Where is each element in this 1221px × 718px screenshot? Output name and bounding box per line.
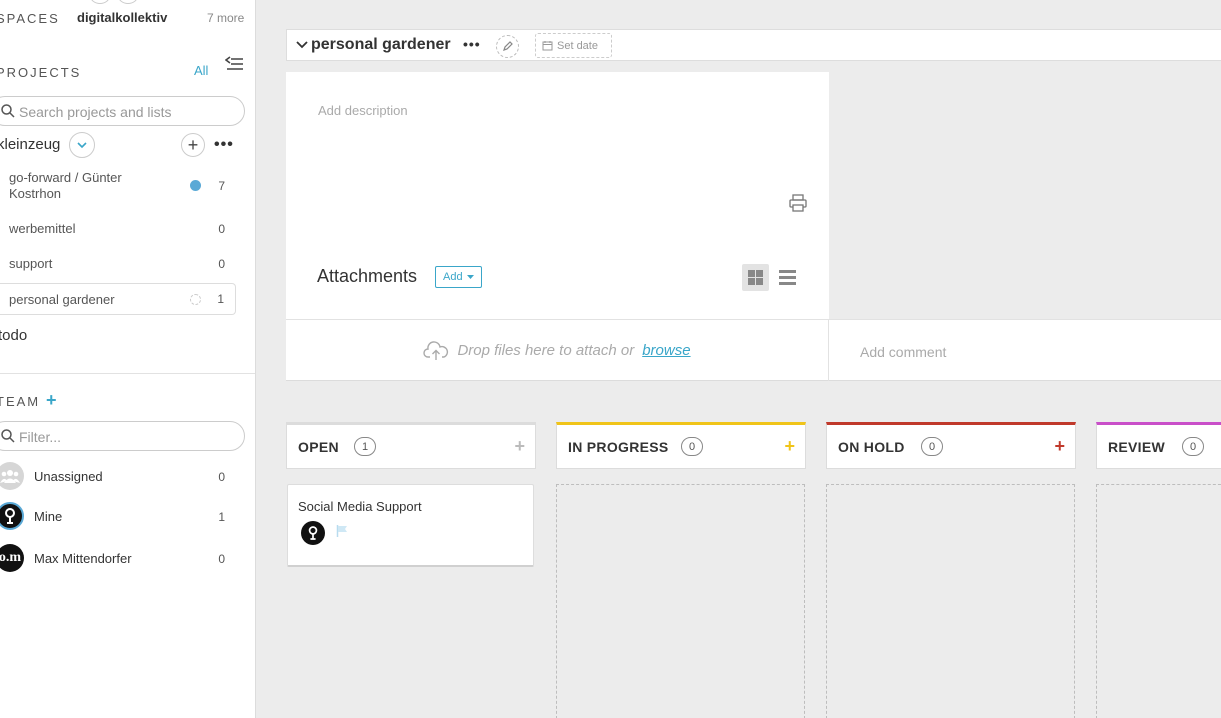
member-count: 0 [218, 470, 225, 484]
card-title: Social Media Support [298, 499, 422, 514]
member-name: Unassigned [34, 469, 103, 484]
column-open: OPEN 1 + [286, 422, 536, 469]
add-attachment-label: Add [443, 271, 463, 283]
attachment-drop-row: Drop files here to attach or browse [286, 319, 1221, 381]
projects-label: PROJECTS [0, 65, 82, 80]
description-field[interactable]: Add description [318, 103, 408, 118]
count-badge: 0 [1182, 437, 1204, 456]
avatar[interactable] [301, 521, 325, 545]
column-title: ON HOLD [838, 439, 905, 455]
avatar[interactable] [90, 0, 110, 4]
avatar[interactable] [118, 0, 138, 4]
sidebar-item-support[interactable]: support 0 [0, 256, 236, 274]
member-count: 1 [218, 510, 225, 524]
column-in-progress: IN PROGRESS 0 + [556, 422, 806, 469]
list-view-icon[interactable] [774, 264, 801, 291]
sidebar: SPACES digitalkollektiv 7 more PROJECTS … [0, 0, 256, 718]
list-header: personal gardener ••• Set date [286, 29, 1221, 61]
add-project-button[interactable]: + [181, 133, 205, 157]
attachments-title: Attachments [317, 266, 418, 286]
item-count: 7 [218, 179, 225, 193]
sidebar-item-label: werbemittel [9, 221, 76, 236]
search-input[interactable] [19, 103, 229, 121]
member-count: 0 [218, 552, 225, 566]
chevron-down-icon[interactable] [69, 132, 95, 158]
column-drop-area[interactable] [556, 484, 805, 718]
add-team-member-button[interactable]: + [46, 390, 57, 411]
column-drop-area[interactable] [826, 484, 1075, 718]
item-count: 0 [218, 257, 225, 271]
column-on-hold: ON HOLD 0 + [826, 422, 1076, 469]
list-todo[interactable]: todo [0, 327, 27, 344]
more-icon[interactable]: ••• [463, 36, 481, 52]
all-projects-link[interactable]: All [194, 63, 208, 78]
browse-link[interactable]: browse [642, 342, 690, 359]
add-card-button[interactable]: + [784, 436, 795, 457]
divider [0, 373, 255, 374]
count-badge: 0 [681, 437, 703, 456]
count-badge: 1 [354, 437, 376, 456]
calendar-icon [542, 41, 553, 51]
column-review: REVIEW 0 [1096, 422, 1221, 469]
task-card[interactable]: Social Media Support [287, 484, 534, 567]
column-title: REVIEW [1108, 439, 1166, 455]
add-card-button[interactable]: + [1054, 436, 1065, 457]
item-count: 0 [218, 222, 225, 236]
edit-icon[interactable] [496, 35, 519, 58]
drop-text: Drop files here to attach or [457, 342, 635, 359]
collapse-sidebar-icon[interactable] [224, 55, 245, 73]
sidebar-item-label: support [9, 256, 53, 271]
team-member-mine[interactable]: Mine 1 [0, 502, 240, 532]
sidebar-item-label: personal gardener [9, 292, 115, 307]
column-drop-area[interactable] [1096, 484, 1221, 718]
status-dot [190, 294, 201, 305]
add-attachment-button[interactable]: Add [435, 266, 482, 288]
project-search[interactable] [0, 96, 245, 126]
group-icon [0, 462, 24, 490]
avatar: o.m [0, 544, 24, 572]
member-name: Max Mittendorfer [34, 551, 132, 566]
sidebar-item-personal-gardener[interactable]: personal gardener 1 [0, 283, 236, 315]
add-card-button[interactable]: + [514, 436, 525, 457]
set-date-button[interactable]: Set date [535, 33, 612, 58]
flag-icon[interactable] [336, 525, 348, 537]
cloud-upload-icon [423, 340, 449, 360]
team-member-max-mittendorfer[interactable]: o.m Max Mittendorfer 0 [0, 544, 240, 574]
filter-input[interactable] [19, 428, 229, 446]
spaces-label: SPACES [0, 11, 60, 26]
search-icon [1, 429, 15, 443]
team-label: TEAM [0, 394, 41, 409]
column-title: OPEN [298, 439, 339, 455]
chevron-down-icon[interactable] [295, 38, 309, 52]
project-group-name[interactable]: kleinzeug [0, 136, 60, 153]
sidebar-item-go-forward[interactable]: go-forward / Günter Kostrhon 7 [0, 169, 236, 203]
more-spaces-link[interactable]: 7 more [207, 11, 244, 25]
print-icon[interactable] [788, 193, 808, 213]
description-panel: Add description Attachments Add [286, 72, 829, 320]
grid-view-icon[interactable] [742, 264, 769, 291]
member-name: Mine [34, 509, 63, 524]
current-space[interactable]: digitalkollektiv [77, 10, 167, 25]
caret-down-icon [466, 274, 474, 279]
count-badge: 0 [921, 437, 943, 456]
sidebar-item-werbemittel[interactable]: werbemittel 0 [0, 221, 236, 239]
status-dot [190, 180, 201, 191]
avatar [0, 502, 24, 530]
page-title[interactable]: personal gardener [311, 36, 451, 54]
file-drop-zone[interactable]: Drop files here to attach or browse [286, 320, 829, 381]
set-date-label: Set date [557, 39, 598, 52]
item-count: 1 [217, 292, 224, 306]
team-member-unassigned[interactable]: Unassigned 0 [0, 462, 240, 492]
sidebar-item-label: go-forward / Günter Kostrhon [9, 170, 122, 201]
column-title: IN PROGRESS [568, 439, 669, 455]
comment-input[interactable] [860, 344, 1200, 360]
activity-panel [829, 72, 1221, 320]
team-filter[interactable] [0, 421, 245, 451]
more-icon[interactable]: ••• [214, 136, 234, 154]
search-icon [1, 104, 15, 118]
